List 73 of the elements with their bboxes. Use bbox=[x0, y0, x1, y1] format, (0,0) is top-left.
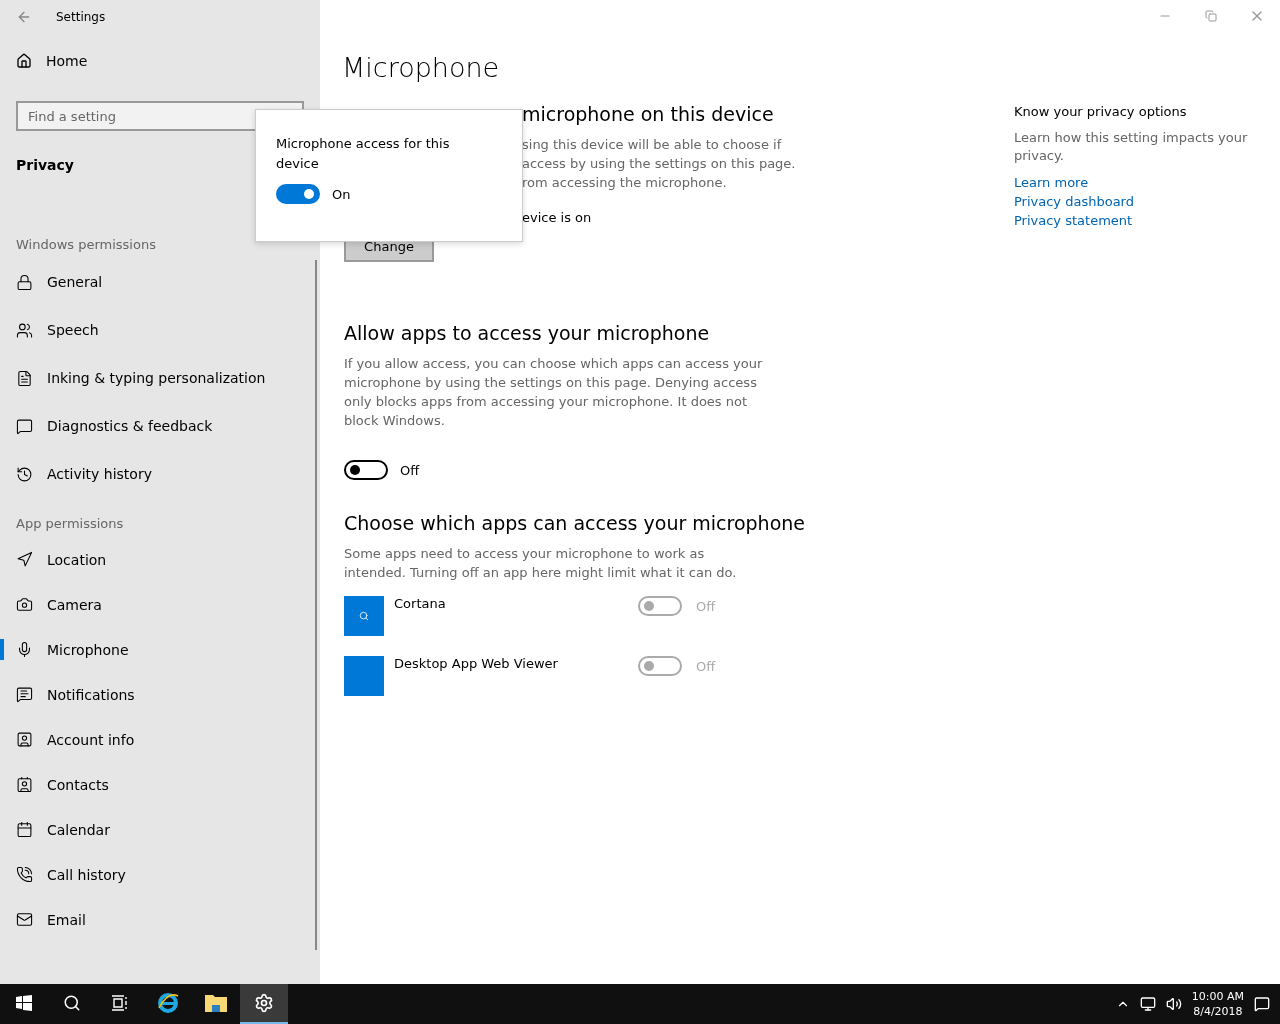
page-title: Microphone bbox=[342, 52, 501, 83]
restore-icon bbox=[1205, 10, 1217, 22]
description-line: rom accessing the microphone. bbox=[522, 174, 728, 192]
calendar-icon bbox=[16, 821, 33, 838]
home-link[interactable]: Home bbox=[0, 37, 320, 85]
camera-icon bbox=[16, 596, 33, 613]
location-arrow-icon bbox=[16, 551, 33, 568]
sidebar-item[interactable]: Camera bbox=[0, 582, 320, 627]
globe-e-icon bbox=[156, 991, 180, 1015]
sidebar-item[interactable]: Diagnostics & feedback bbox=[0, 402, 320, 450]
privacy-link[interactable]: Privacy statement bbox=[1014, 211, 1254, 230]
contact-card-icon bbox=[16, 776, 33, 793]
privacy-link[interactable]: Privacy dashboard bbox=[1014, 192, 1254, 211]
section-title: Privacy bbox=[16, 157, 74, 173]
clock-date: 8/4/2018 bbox=[1193, 1004, 1243, 1019]
toggle-label: Off bbox=[400, 462, 420, 478]
sidebar-item[interactable]: Microphone bbox=[0, 627, 320, 672]
sidebar-item[interactable]: Speech bbox=[0, 306, 320, 354]
people-icon bbox=[16, 321, 33, 339]
sidebar-item[interactable]: Location bbox=[0, 537, 320, 582]
task-view-icon bbox=[111, 995, 129, 1011]
windows-logo-icon bbox=[16, 995, 32, 1011]
search-icon bbox=[63, 994, 81, 1012]
description-text: Some apps need to access your microphone to work as intended. Turning off an app here might limit what it can do. bbox=[344, 545, 738, 582]
message-icon bbox=[16, 686, 33, 703]
toggle-label: On bbox=[332, 186, 351, 202]
gear-icon bbox=[254, 993, 274, 1013]
toggle-label: Off bbox=[696, 658, 716, 674]
speech-bubble-icon bbox=[16, 417, 33, 435]
group-heading: Windows permissions bbox=[15, 236, 157, 254]
microphone-icon bbox=[16, 641, 33, 658]
sidebar-item[interactable]: General bbox=[0, 258, 320, 306]
section-heading: Choose which apps can access your microphone bbox=[344, 512, 806, 534]
app-name: Cortana bbox=[394, 596, 447, 611]
app-name: Desktop App Web Viewer bbox=[394, 656, 559, 671]
sidebar-item[interactable]: Activity history bbox=[0, 450, 320, 498]
sidebar-item[interactable]: Notifications bbox=[0, 672, 320, 717]
section-heading: microphone on this device bbox=[522, 103, 775, 125]
toggle-label: Off bbox=[696, 598, 716, 614]
folder-icon bbox=[204, 993, 228, 1013]
clock-time: 10:00 AM bbox=[1191, 989, 1244, 1004]
sidebar-item[interactable]: Call history bbox=[0, 852, 320, 897]
toggle-switch[interactable] bbox=[276, 184, 320, 204]
window-title: Settings bbox=[56, 9, 106, 24]
person-card-icon bbox=[16, 731, 33, 748]
notification-icon[interactable] bbox=[1254, 996, 1270, 1012]
sidebar-item[interactable]: Inking & typing personalization bbox=[0, 354, 320, 402]
network-icon[interactable] bbox=[1139, 996, 1156, 1012]
aside-text: Learn how this setting impacts your privacy. bbox=[1014, 129, 1249, 165]
sidebar-item[interactable]: Email bbox=[0, 897, 320, 942]
toggle-switch[interactable] bbox=[344, 460, 388, 480]
description-text: If you allow access, you can choose which apps can access your microphone by using the settings on this page. Denying access only blocks apps from accessing your microphone. It does not block Windows. bbox=[344, 355, 764, 430]
privacy-link[interactable]: Learn more bbox=[1014, 173, 1254, 192]
sidebar-item[interactable]: Calendar bbox=[0, 807, 320, 852]
description-line: sing this device will be able to choose if bbox=[522, 136, 783, 154]
description-line: access by using the settings on this page. bbox=[522, 155, 797, 173]
sidebar-item[interactable]: Account info bbox=[0, 717, 320, 762]
status-text: evice is on bbox=[522, 210, 593, 225]
document-icon bbox=[16, 369, 33, 387]
app-tile bbox=[344, 656, 384, 696]
phone-icon bbox=[16, 866, 33, 883]
clock-icon bbox=[16, 465, 33, 483]
sidebar-item[interactable]: Contacts bbox=[0, 762, 320, 807]
taskbar-app[interactable] bbox=[240, 984, 288, 1024]
lock-icon bbox=[16, 273, 33, 291]
section-heading: Allow apps to access your microphone bbox=[344, 322, 711, 344]
search-icon bbox=[359, 611, 369, 621]
volume-icon[interactable] bbox=[1165, 996, 1182, 1012]
mail-icon bbox=[16, 911, 33, 928]
aside-heading: Know your privacy options bbox=[1014, 104, 1188, 119]
popup-title: Microphone access for this device bbox=[276, 135, 451, 173]
home-icon bbox=[16, 53, 32, 69]
group-heading: App permissions bbox=[15, 515, 125, 533]
